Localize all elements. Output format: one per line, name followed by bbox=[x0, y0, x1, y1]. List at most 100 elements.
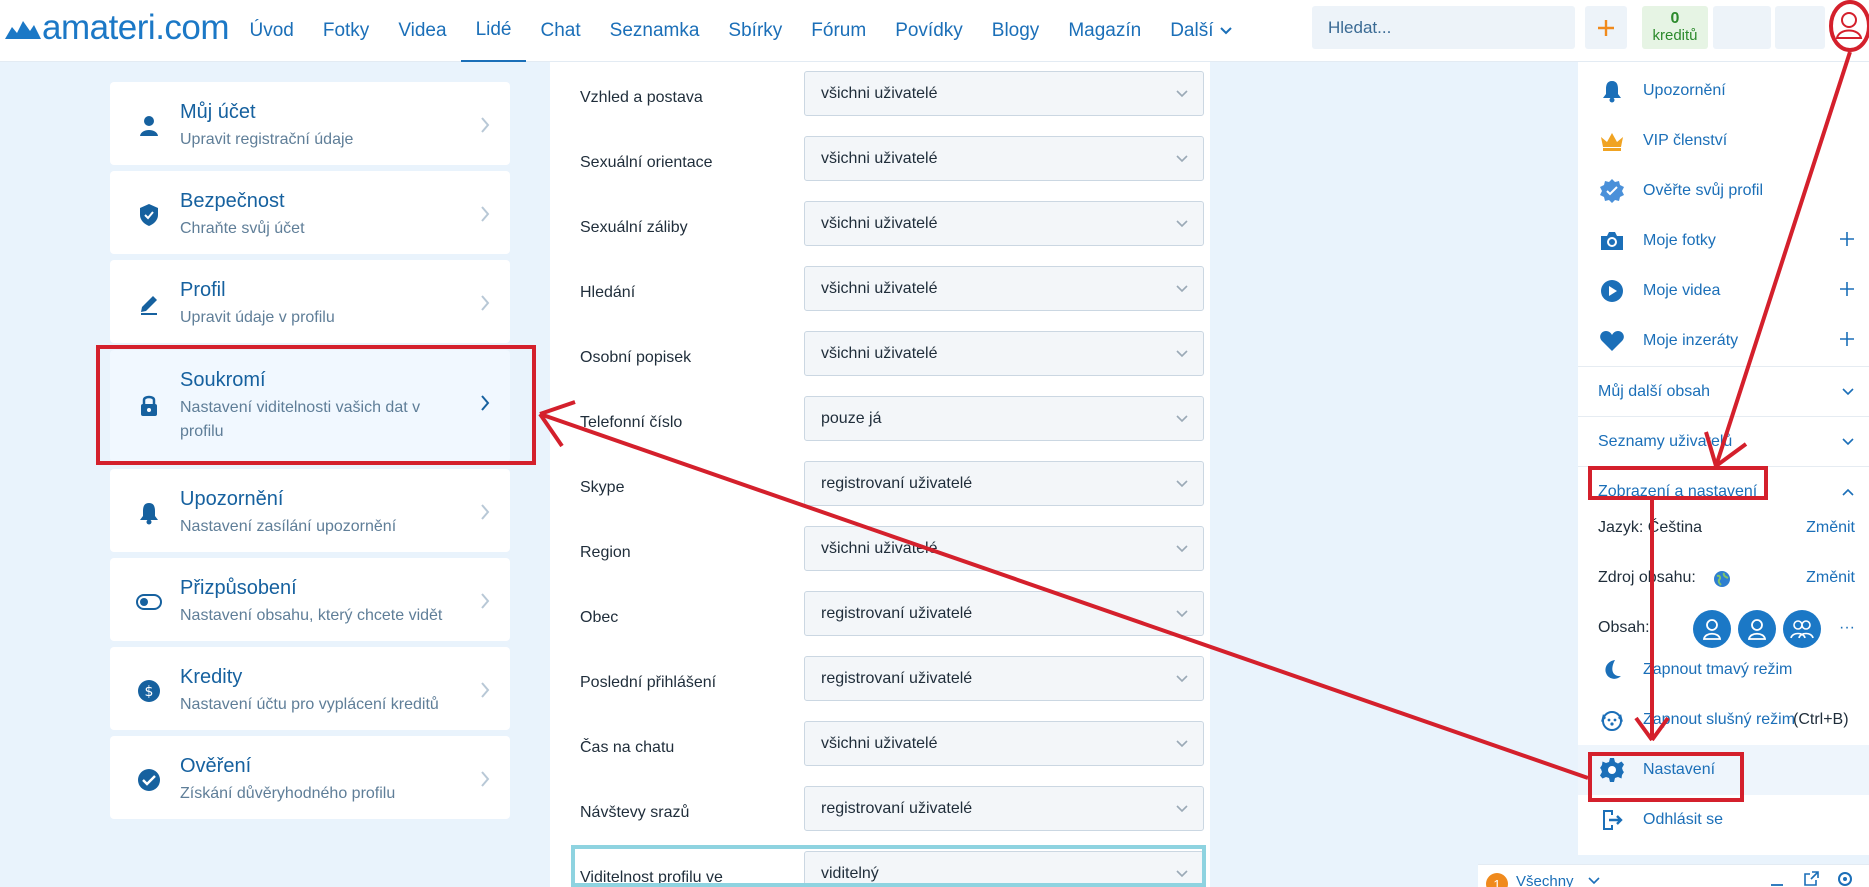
menu-item-label: Moje videa bbox=[1643, 282, 1721, 299]
more-options-button[interactable]: ··· bbox=[1839, 619, 1855, 637]
menu-item-moje-inzeraty[interactable]: Moje inzeráty bbox=[1578, 316, 1869, 366]
add-video-plus[interactable] bbox=[1839, 281, 1855, 302]
nav-uvod[interactable]: Úvod bbox=[235, 0, 308, 62]
privacy-row: Hledání všichni uživatelé bbox=[550, 260, 1210, 325]
privacy-select[interactable]: všichni uživatelé bbox=[804, 136, 1204, 181]
privacy-select[interactable]: registrovaní uživatelé bbox=[804, 786, 1204, 831]
chevron-down-icon bbox=[1176, 805, 1188, 813]
sidebar-item-ucet[interactable]: Můj účet Upravit registrační údaje bbox=[110, 82, 510, 165]
woman-icon bbox=[1747, 619, 1767, 640]
change-language-link[interactable]: Změnit bbox=[1806, 519, 1855, 537]
privacy-select-value: všichni uživatelé bbox=[821, 539, 938, 557]
privacy-row: Poslední přihlášení registrovaní uživatel… bbox=[550, 650, 1210, 715]
menu-item-overte-profil[interactable]: Ověřte svůj profil bbox=[1578, 166, 1869, 216]
menu-item-moje-fotky[interactable]: Moje fotky bbox=[1578, 216, 1869, 266]
chevron-down-icon bbox=[1176, 90, 1188, 98]
menu-item-label: Odhlásit se bbox=[1643, 811, 1724, 828]
menu-item-odhlasit[interactable]: Odhlásit se bbox=[1578, 795, 1869, 845]
nav-dalsi-label: Další bbox=[1170, 20, 1214, 41]
minimize-icon[interactable] bbox=[1770, 877, 1784, 887]
chevron-down-icon bbox=[1176, 675, 1188, 683]
chevron-right-icon bbox=[481, 206, 490, 222]
add-photo-plus[interactable] bbox=[1839, 231, 1855, 252]
sidebar-item-title: Ověření bbox=[180, 755, 252, 777]
globe-icon[interactable] bbox=[1713, 570, 1731, 588]
chevron-right-icon bbox=[481, 682, 490, 698]
privacy-row-label: Čas na chatu bbox=[580, 738, 675, 756]
menu-item-upozorneni[interactable]: Upozornění bbox=[1578, 66, 1869, 116]
privacy-select-value: všichni uživatelé bbox=[821, 344, 938, 362]
nav-forum[interactable]: Fórum bbox=[797, 0, 881, 62]
privacy-select[interactable]: všichni uživatelé bbox=[804, 721, 1204, 766]
user-dropdown-menu: Upozornění VIP členství Ověřte svůj prof… bbox=[1578, 62, 1869, 855]
gear-icon[interactable] bbox=[1836, 870, 1854, 887]
content-man-button[interactable] bbox=[1693, 610, 1731, 648]
chevron-down-icon bbox=[1176, 740, 1188, 748]
privacy-select[interactable]: registrovaní uživatelé bbox=[804, 656, 1204, 701]
nav-dalsi[interactable]: Další bbox=[1156, 0, 1248, 62]
nav-povidky[interactable]: Povídky bbox=[881, 0, 978, 62]
menu-item-label: Moje inzeráty bbox=[1643, 332, 1739, 349]
privacy-row: Čas na chatu všichni uživatelé bbox=[550, 715, 1210, 780]
sidebar-item-overeni[interactable]: Ověření Získání důvěryhodného profilu bbox=[110, 736, 510, 819]
privacy-select[interactable]: registrovaní uživatelé bbox=[804, 461, 1204, 506]
user-avatar-button[interactable] bbox=[1829, 2, 1869, 48]
privacy-row-label: Sexuální záliby bbox=[580, 218, 688, 236]
privacy-select[interactable]: registrovaní uživatelé bbox=[804, 591, 1204, 636]
menu-item-nastaveni[interactable]: Nastavení bbox=[1578, 745, 1869, 795]
menu-item-vip[interactable]: VIP členství bbox=[1578, 116, 1869, 166]
site-logo[interactable]: amateri.com bbox=[4, 8, 230, 48]
nav-sbirky[interactable]: Sbírky bbox=[714, 0, 797, 62]
credits-button[interactable]: 0 kreditů bbox=[1642, 6, 1708, 49]
sidebar-item-upozorneni[interactable]: Upozornění Nastavení zasílání upozornění bbox=[110, 469, 510, 552]
sidebar-item-profil[interactable]: Profil Upravit údaje v profilu bbox=[110, 260, 510, 343]
change-source-link[interactable]: Změnit bbox=[1806, 569, 1855, 587]
notifications-button[interactable] bbox=[1775, 6, 1825, 49]
chevron-down-icon bbox=[1176, 870, 1188, 878]
chat-filter-label[interactable]: Všechny bbox=[1516, 873, 1574, 887]
privacy-select[interactable]: viditelný bbox=[804, 851, 1204, 887]
privacy-select[interactable]: všichni uživatelé bbox=[804, 71, 1204, 116]
privacy-select[interactable]: všichni uživatelé bbox=[804, 331, 1204, 376]
sidebar-item-prizpusobeni[interactable]: Přizpůsobení Nastavení obsahu, který chc… bbox=[110, 558, 510, 641]
expand-icon[interactable] bbox=[1803, 871, 1819, 887]
privacy-select[interactable]: pouze já bbox=[804, 396, 1204, 441]
privacy-row: Vzhled a postava všichni uživatelé bbox=[550, 65, 1210, 130]
privacy-select-value: všichni uživatelé bbox=[821, 279, 938, 297]
nav-blogy[interactable]: Blogy bbox=[977, 0, 1054, 62]
privacy-row: Skype registrovaní uživatelé bbox=[550, 455, 1210, 520]
section-seznamy-uzivatelu[interactable]: Seznamy uživatelů bbox=[1578, 416, 1869, 466]
chevron-down-icon bbox=[1176, 285, 1188, 293]
nav-magazin[interactable]: Magazín bbox=[1054, 0, 1156, 62]
nav-videa[interactable]: Videa bbox=[384, 0, 461, 62]
add-button[interactable] bbox=[1585, 6, 1627, 49]
privacy-settings-panel: Vzhled a postava všichni uživatelé Sexuál… bbox=[550, 62, 1210, 887]
messages-button[interactable] bbox=[1713, 6, 1771, 49]
language-label: Jazyk: bbox=[1598, 519, 1644, 536]
nav-seznamka[interactable]: Seznamka bbox=[595, 0, 714, 62]
sidebar-item-bezpecnost[interactable]: Bezpečnost Chraňte svůj účet bbox=[110, 171, 510, 254]
chevron-down-icon bbox=[1176, 480, 1188, 488]
dark-mode-toggle[interactable]: Zapnout tmavý režim bbox=[1578, 645, 1869, 695]
nav-fotky[interactable]: Fotky bbox=[308, 0, 383, 62]
nav-lide[interactable]: Lidé bbox=[461, 0, 526, 62]
menu-item-label: Upozornění bbox=[1643, 82, 1726, 99]
add-ad-plus[interactable] bbox=[1839, 331, 1855, 352]
privacy-select[interactable]: všichni uživatelé bbox=[804, 266, 1204, 311]
sidebar-item-soukromi[interactable]: Soukromí Nastavení viditelnosti vašich d… bbox=[110, 350, 510, 462]
privacy-select[interactable]: všichni uživatelé bbox=[804, 526, 1204, 571]
plus-icon bbox=[1840, 281, 1854, 296]
privacy-select[interactable]: všichni uživatelé bbox=[804, 201, 1204, 246]
search-input[interactable]: Hledat... bbox=[1312, 6, 1575, 49]
safe-mode-toggle[interactable]: Zapnout slušný režim (Ctrl+B) bbox=[1578, 695, 1869, 745]
content-couple-button[interactable] bbox=[1783, 610, 1821, 648]
plus-icon bbox=[1840, 331, 1854, 346]
content-woman-button[interactable] bbox=[1738, 610, 1776, 648]
menu-item-moje-videa[interactable]: Moje videa bbox=[1578, 266, 1869, 316]
section-muj-dalsi-obsah[interactable]: Můj další obsah bbox=[1578, 366, 1869, 416]
chat-bar[interactable]: 1 Všechny bbox=[1478, 864, 1869, 887]
section-zobrazeni-a-nastaveni[interactable]: Zobrazení a nastavení bbox=[1578, 466, 1869, 516]
nav-chat[interactable]: Chat bbox=[526, 0, 595, 62]
sidebar-item-subtitle: Chraňte svůj účet bbox=[180, 220, 305, 237]
sidebar-item-kredity[interactable]: $ Kredity Nastavení účtu pro vyplácení k… bbox=[110, 647, 510, 730]
